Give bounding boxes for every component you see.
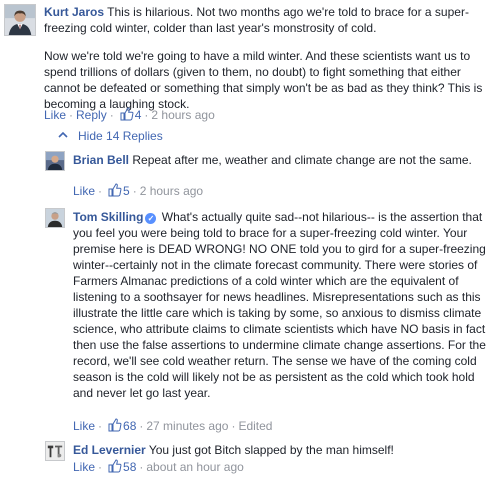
reply-body: Ed Levernier You just got Bitch slapped … — [73, 442, 493, 458]
verified-badge-icon: ✓ — [145, 213, 157, 224]
reply-link[interactable]: Reply — [76, 108, 107, 122]
reply-author[interactable]: Brian Bell — [73, 153, 129, 167]
avatar[interactable] — [45, 151, 65, 171]
avatar[interactable] — [45, 441, 65, 461]
like-link[interactable]: Like — [73, 460, 95, 474]
comment-author[interactable]: Kurt Jaros — [44, 5, 104, 19]
comment-actions: Like · Reply · 4 · 2 hours ago — [44, 107, 215, 122]
reply-text: Repeat after me, weather and climate cha… — [132, 153, 472, 167]
like-count[interactable]: 68 — [123, 419, 136, 433]
like-link[interactable]: Like — [73, 419, 95, 433]
reply-body: Tom Skilling ✓ What's actually quite sad-… — [73, 209, 493, 401]
reply-actions: Like · 68 · 27 minutes ago · Edited — [73, 418, 273, 433]
reply-text: What's actually quite sad--not hilarious… — [73, 210, 486, 400]
person-avatar-icon — [46, 442, 64, 460]
comment-body: Kurt Jaros This is hilarious. Not two mo… — [44, 4, 494, 112]
like-count[interactable]: 58 — [123, 460, 136, 474]
hide-replies-label[interactable]: Hide 14 Replies — [78, 129, 163, 143]
timestamp[interactable]: 27 minutes ago — [146, 419, 228, 433]
like-count[interactable]: 5 — [123, 184, 130, 198]
thumbs-up-icon[interactable] — [108, 418, 122, 432]
timestamp[interactable]: about an hour ago — [146, 460, 243, 474]
comment-text-continued: Now we're told we're going to have a mil… — [44, 49, 483, 111]
reply-actions: Like · 58 · about an hour ago — [73, 459, 244, 474]
thumbs-up-icon[interactable] — [120, 107, 134, 121]
edited-label[interactable]: Edited — [238, 419, 272, 433]
avatar[interactable] — [45, 208, 65, 228]
avatar[interactable] — [4, 4, 36, 36]
reply-body: Brian Bell Repeat after me, weather and … — [73, 152, 473, 168]
reply-text: You just got Bitch slapped by the man hi… — [148, 443, 394, 457]
like-link[interactable]: Like — [44, 108, 66, 122]
timestamp[interactable]: 2 hours ago — [140, 184, 203, 198]
thumbs-up-icon[interactable] — [108, 459, 122, 473]
hide-replies-link[interactable]: Hide 14 Replies — [58, 128, 163, 144]
person-avatar-icon — [5, 5, 35, 35]
reply-actions: Like · 5 · 2 hours ago — [73, 183, 204, 198]
person-avatar-icon — [46, 152, 64, 170]
reply-author[interactable]: Tom Skilling — [73, 210, 143, 224]
chevron-up-icon — [58, 128, 68, 138]
thumbs-up-icon[interactable] — [108, 183, 122, 197]
comment-text: This is hilarious. Not two months ago we… — [44, 5, 469, 35]
like-link[interactable]: Like — [73, 184, 95, 198]
reply-author[interactable]: Ed Levernier — [73, 443, 146, 457]
person-avatar-icon — [46, 209, 64, 227]
like-count[interactable]: 4 — [135, 108, 142, 122]
timestamp[interactable]: 2 hours ago — [151, 108, 214, 122]
